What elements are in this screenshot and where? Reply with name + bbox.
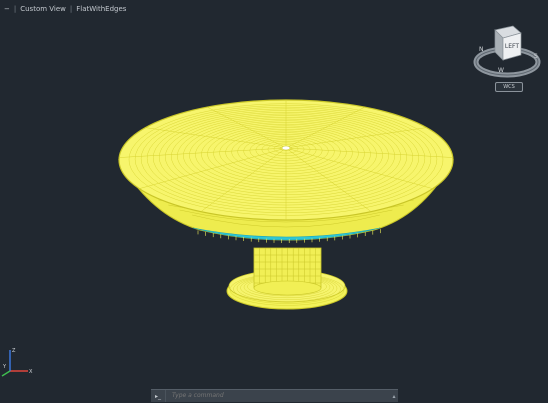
compass-north[interactable]: N	[479, 46, 484, 53]
ucs-icon: X Z Y	[1, 348, 33, 377]
ucs-x-label: X	[29, 369, 33, 375]
compass-south[interactable]: S	[534, 53, 538, 60]
viewcube-face-label[interactable]: LEFT	[505, 43, 519, 50]
command-line: ▸_ ▴	[151, 389, 398, 403]
wcs-menu[interactable]: WCS	[495, 82, 523, 92]
ucs-z-label: Z	[12, 348, 16, 354]
command-prompt-icon[interactable]: ▸_	[151, 390, 166, 402]
model-viewport[interactable]	[0, 0, 548, 401]
ucs-y-label: Y	[2, 364, 7, 370]
pedestal-stem	[253, 247, 322, 296]
command-history-icon[interactable]: ▴	[390, 390, 398, 402]
viewcube-icon[interactable]: LEFT N S W	[471, 18, 543, 90]
compass-west[interactable]: W	[498, 67, 504, 74]
